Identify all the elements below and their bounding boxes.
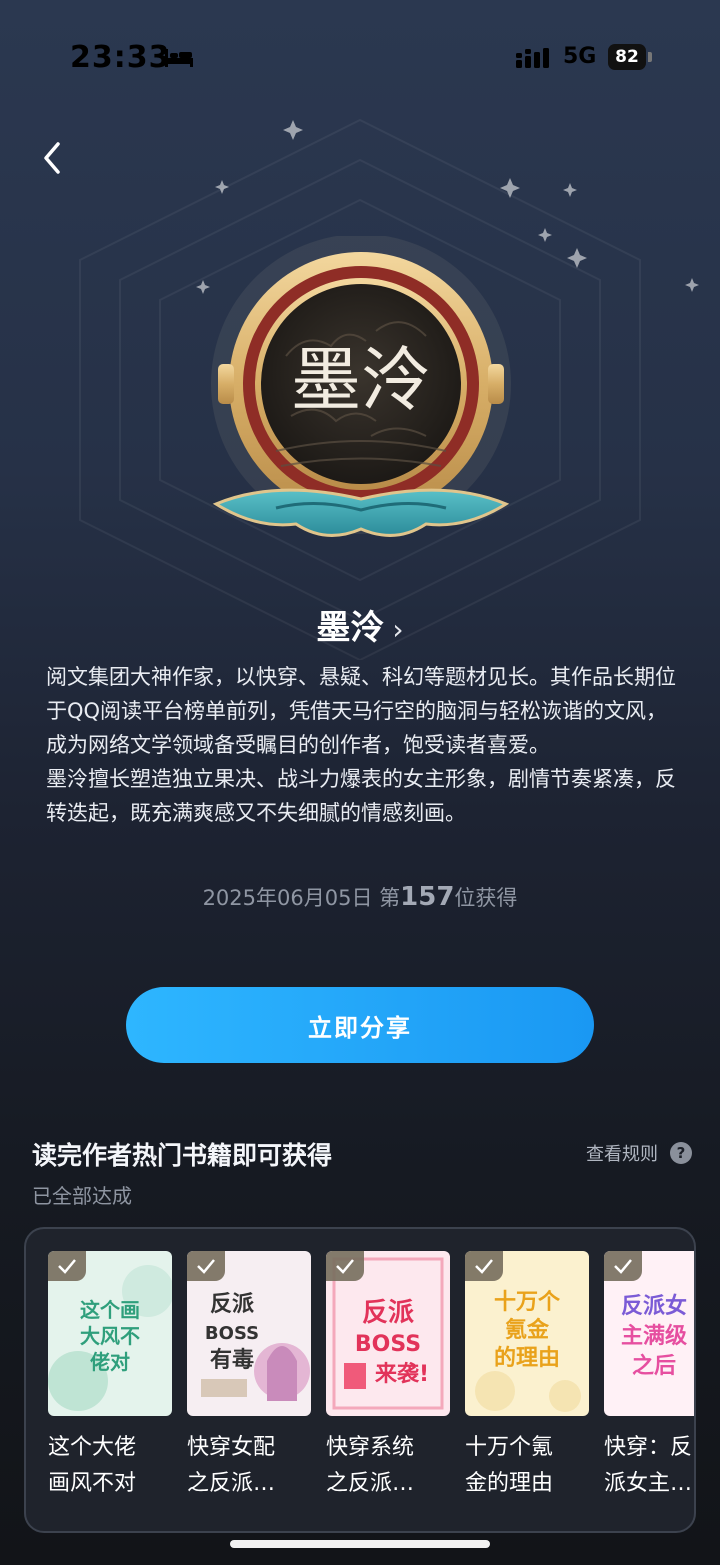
svg-text:来袭!: 来袭!: [374, 1362, 429, 1387]
award-info: 2025年06月05日 第157位获得: [0, 882, 720, 912]
svg-text:之后: 之后: [632, 1353, 676, 1379]
svg-text:反派: 反派: [362, 1298, 414, 1328]
svg-text:BOSS: BOSS: [205, 1323, 259, 1344]
svg-text:的理由: 的理由: [494, 1345, 560, 1371]
award-prefix: 第: [379, 886, 401, 910]
battery-level: 82: [615, 47, 639, 67]
description-paragraph: 阅文集团大神作家，以快穿、悬疑、科幻等题材见长。其作品长期位于QQ阅读平台榜单前…: [46, 665, 676, 757]
svg-text:这个画: 这个画: [80, 1298, 140, 1322]
check-icon: [48, 1251, 86, 1281]
book-cover: 这个画 大风不 佬对: [48, 1251, 172, 1416]
book-title-line: 十万个氪: [465, 1435, 554, 1460]
book-title-line: 之反派…: [187, 1471, 276, 1496]
svg-text:BOSS: BOSS: [355, 1332, 421, 1357]
author-name-text: 墨泠: [316, 608, 385, 648]
share-button[interactable]: 立即分享: [126, 987, 594, 1063]
battery-cap: [648, 52, 652, 62]
view-rules-label: 查看规则: [586, 1144, 658, 1165]
svg-text:有毒: 有毒: [210, 1347, 254, 1373]
signal-icon: [516, 48, 549, 68]
sleep-focus-icon: [165, 49, 193, 67]
home-indicator[interactable]: [230, 1540, 490, 1548]
battery-icon: 82: [608, 44, 646, 70]
author-description: 阅文集团大神作家，以快穿、悬疑、科幻等题材见长。其作品长期位于QQ阅读平台榜单前…: [46, 660, 676, 830]
award-rank: 157: [400, 882, 455, 912]
book-item[interactable]: 反派 BOSS 有毒 快穿女配 之反派…: [187, 1251, 311, 1502]
section-status: 已全部达成: [32, 1184, 132, 1208]
book-title-line: 这个大佬: [48, 1435, 137, 1460]
svg-text:佬对: 佬对: [90, 1350, 130, 1374]
book-item[interactable]: 十万个 氪金 的理由 十万个氪 金的理由: [465, 1251, 589, 1502]
book-cover: 反派 BOSS 来袭!: [326, 1251, 450, 1416]
book-item[interactable]: 这个画 大风不 佬对 这个大佬 画风不对: [48, 1251, 172, 1502]
author-medal: 墨泠: [211, 236, 511, 537]
author-name[interactable]: 墨泠 ›: [0, 600, 720, 649]
book-cover: 反派 BOSS 有毒: [187, 1251, 311, 1416]
help-icon: ?: [670, 1142, 692, 1164]
book-cover: 十万个 氪金 的理由: [465, 1251, 589, 1416]
status-bar: 23:33 5G 82: [0, 0, 720, 110]
book-title-line: 派女主…: [604, 1471, 693, 1496]
check-icon: [604, 1251, 642, 1281]
book-title-line: 快穿：反: [604, 1435, 693, 1460]
book-item[interactable]: 反派 BOSS 来袭! 快穿系统 之反派…: [326, 1251, 450, 1502]
book-cover: 反派女 主满级 之后: [604, 1251, 694, 1416]
book-item[interactable]: 反派女 主满级 之后 快穿：反 派女主…: [604, 1251, 694, 1502]
award-suffix: 位获得: [454, 886, 518, 910]
svg-text:大风不: 大风不: [80, 1324, 140, 1348]
svg-text:氪金: 氪金: [505, 1317, 550, 1343]
view-rules-link[interactable]: 查看规则 ?: [586, 1140, 692, 1166]
book-title-line: 画风不对: [48, 1471, 137, 1496]
section-title: 读完作者热门书籍即可获得: [32, 1141, 333, 1170]
status-time: 23:33: [70, 40, 171, 75]
check-icon: [326, 1251, 364, 1281]
description-paragraph: 墨泠擅长塑造独立果决、战斗力爆表的女主形象，剧情节奏紧凑，反转迭起，既充满爽感又…: [46, 767, 676, 825]
check-icon: [187, 1251, 225, 1281]
svg-text:主满级: 主满级: [621, 1323, 687, 1349]
svg-text:十万个: 十万个: [494, 1290, 561, 1315]
svg-text:墨泠: 墨泠: [291, 339, 431, 421]
book-title-line: 快穿系统: [326, 1435, 415, 1460]
network-type: 5G: [563, 44, 597, 69]
svg-text:反派女: 反派女: [621, 1293, 687, 1319]
svg-text:反派: 反派: [210, 1292, 254, 1317]
book-title-line: 之反派…: [326, 1471, 415, 1496]
book-title-line: 金的理由: [465, 1471, 554, 1496]
check-icon: [465, 1251, 503, 1281]
book-title-line: 快穿女配: [187, 1435, 276, 1460]
award-date: 2025年06月05日: [202, 886, 373, 910]
books-list[interactable]: 这个画 大风不 佬对 这个大佬 画风不对 反派 BOSS 有毒 快穿女配 之反派…: [24, 1227, 696, 1533]
chevron-right-icon: ›: [392, 613, 404, 646]
